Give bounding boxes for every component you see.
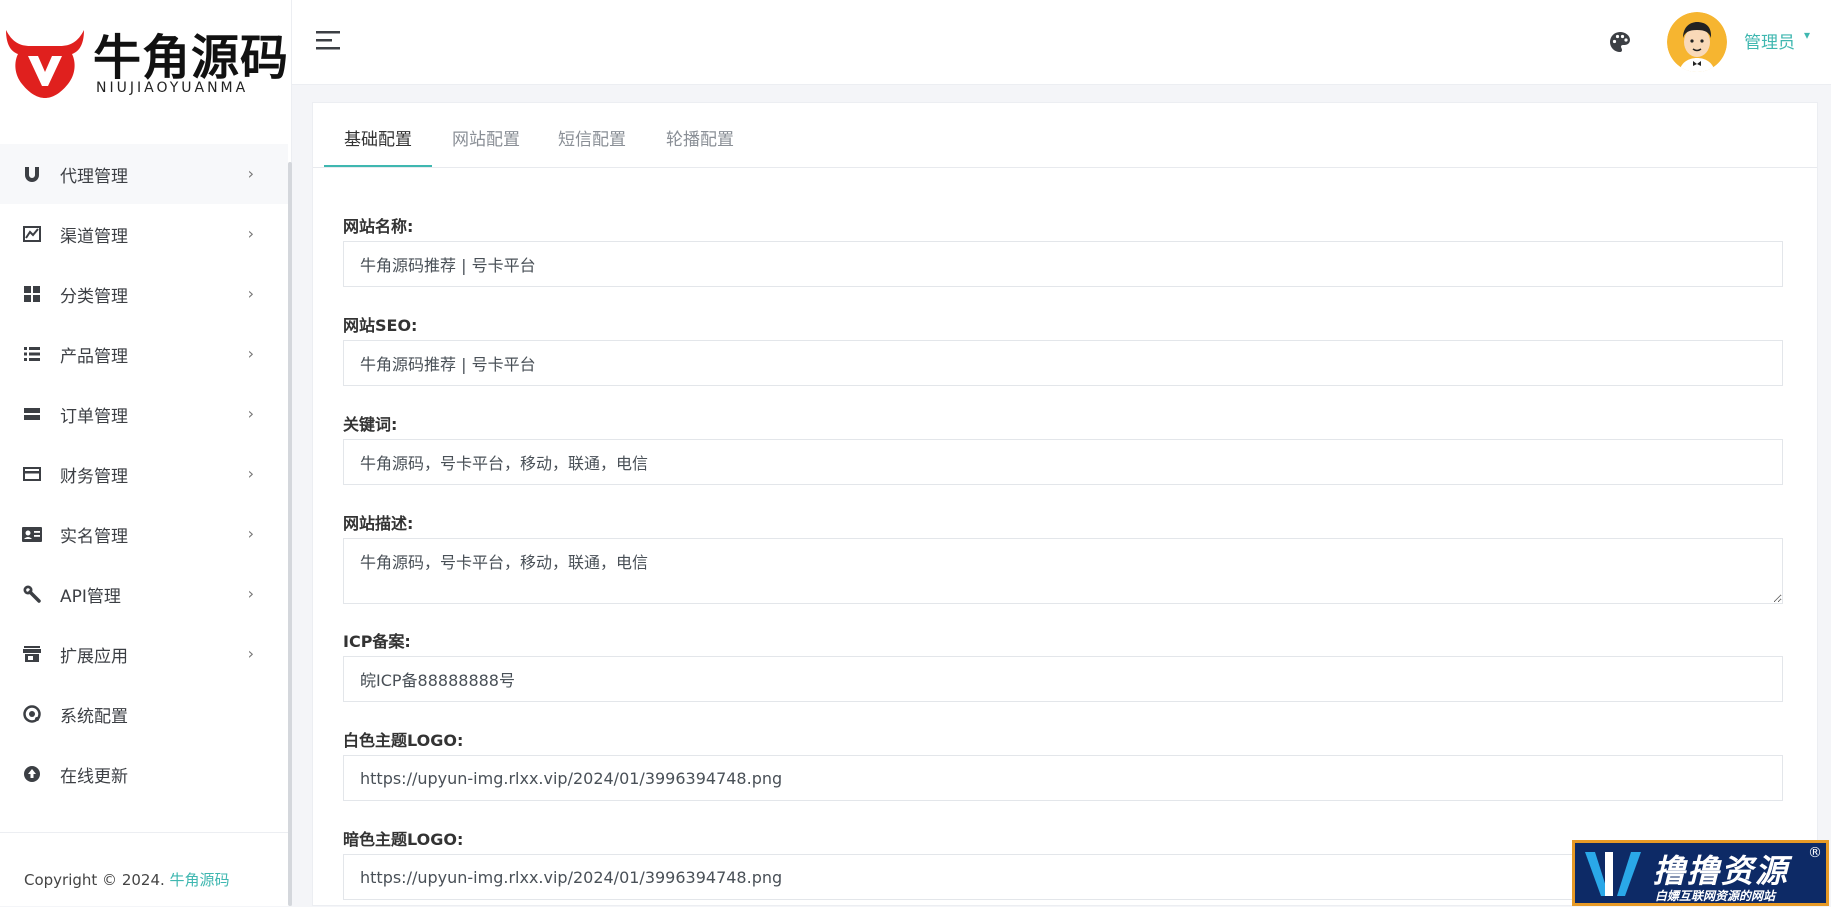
sidebar-item-extension[interactable]: 扩展应用 › <box>0 624 288 684</box>
chevron-right-icon: › <box>247 644 254 663</box>
tab-site-config[interactable]: 网站配置 <box>452 125 520 150</box>
sidebar-item-realname[interactable]: 实名管理 › <box>0 504 288 564</box>
sidebar-item-product[interactable]: 产品管理 › <box>0 324 288 384</box>
site-name-input[interactable] <box>343 241 1783 287</box>
sidebar-footer: Copyright © 2024. 牛角源码 <box>0 832 288 907</box>
chevron-right-icon: › <box>247 404 254 423</box>
config-tabs: 基础配置 网站配置 短信配置 轮播配置 <box>313 103 1817 168</box>
sidebar-item-online-update[interactable]: 在线更新 <box>0 744 288 804</box>
store-icon <box>20 642 44 666</box>
copyright-link[interactable]: 牛角源码 <box>170 871 230 889</box>
sidebar-item-order[interactable]: 订单管理 › <box>0 384 288 444</box>
copyright: Copyright © 2024. 牛角源码 <box>24 869 230 890</box>
palette-icon[interactable] <box>1608 30 1632 54</box>
bull-horn-logo-icon <box>6 30 84 98</box>
settings-icon <box>20 702 44 726</box>
tab-basic-config[interactable]: 基础配置 <box>344 125 412 150</box>
brand-name-cn: 牛角源码 <box>93 30 290 86</box>
chevron-right-icon: › <box>247 584 254 603</box>
upload-icon <box>20 762 44 786</box>
sidebar-item-label: 分类管理 <box>60 286 128 307</box>
light-logo-input[interactable] <box>343 755 1783 801</box>
order-icon <box>20 402 44 426</box>
sidebar-item-label: 系统配置 <box>60 706 128 727</box>
brand-logo[interactable]: 牛角源码 NIUJIAOYUANMA <box>0 0 291 126</box>
top-bar: 管理员 ▾ <box>292 0 1831 85</box>
sidebar-item-label: 代理管理 <box>60 166 128 187</box>
brand-name-en: NIUJIAOYUANMA <box>96 80 249 96</box>
light-logo-label: 白色主题LOGO: <box>343 731 464 750</box>
wrench-icon <box>20 582 44 606</box>
chevron-right-icon: › <box>247 164 254 183</box>
sidebar-item-channel[interactable]: 渠道管理 › <box>0 204 288 264</box>
dark-logo-input[interactable] <box>343 854 1783 900</box>
sidebar-item-api[interactable]: API管理 › <box>0 564 288 624</box>
watermark-badge: 撸撸资源 白嫖互联网资源的网站 ® <box>1572 840 1829 906</box>
chart-icon <box>20 222 44 246</box>
chevron-right-icon: › <box>247 224 254 243</box>
sidebar-item-system-config[interactable]: 系统配置 <box>0 684 288 744</box>
site-seo-input[interactable] <box>343 340 1783 386</box>
credit-card-icon <box>20 462 44 486</box>
grid-icon <box>20 282 44 306</box>
watermark-logo-icon <box>1585 852 1641 896</box>
sidebar-item-label: 实名管理 <box>60 526 128 547</box>
sidebar-item-label: 财务管理 <box>60 466 128 487</box>
id-card-icon <box>20 522 44 546</box>
sidebar-scrollbar[interactable] <box>288 162 292 906</box>
user-menu-name[interactable]: 管理员 <box>1744 28 1795 53</box>
tab-sms-config[interactable]: 短信配置 <box>558 125 626 150</box>
icp-label: ICP备案: <box>343 632 411 651</box>
site-seo-label: 网站SEO: <box>343 316 418 335</box>
watermark-subtitle: 白嫖互联网资源的网站 <box>1655 889 1776 903</box>
site-description-label: 网站描述: <box>343 514 414 533</box>
keywords-label: 关键词: <box>343 415 398 434</box>
chevron-right-icon: › <box>247 284 254 303</box>
icp-input[interactable] <box>343 656 1783 702</box>
sidebar-item-label: 产品管理 <box>60 346 128 367</box>
avatar-image <box>1667 12 1727 72</box>
sidebar-item-agent[interactable]: 代理管理 › <box>0 144 288 204</box>
chevron-right-icon: › <box>247 524 254 543</box>
sidebar: 牛角源码 NIUJIAOYUANMA 代理管理 › 渠道管理 › 分类管理 › <box>0 0 292 906</box>
watermark-title: 撸撸资源 <box>1653 852 1790 890</box>
copyright-text: Copyright © 2024. <box>24 871 170 889</box>
chevron-right-icon: › <box>247 344 254 363</box>
sidebar-item-label: API管理 <box>60 586 121 607</box>
keywords-input[interactable] <box>343 439 1783 485</box>
registered-mark: ® <box>1808 845 1822 861</box>
sidebar-item-label: 订单管理 <box>60 406 128 427</box>
chevron-right-icon: › <box>247 464 254 483</box>
tab-carousel-config[interactable]: 轮播配置 <box>666 125 734 150</box>
sidebar-item-category[interactable]: 分类管理 › <box>0 264 288 324</box>
config-card: 基础配置 网站配置 短信配置 轮播配置 网站名称: 网站SEO: 关键词: 网站… <box>312 102 1818 906</box>
sidebar-item-label: 扩展应用 <box>60 646 128 667</box>
menu-toggle-icon[interactable] <box>316 30 342 50</box>
sidebar-menu: 代理管理 › 渠道管理 › 分类管理 › 产品管理 › 订单管理 › 财务管理 … <box>0 144 288 804</box>
active-tab-indicator <box>324 165 432 167</box>
avatar[interactable] <box>1667 12 1727 72</box>
caret-down-icon[interactable]: ▾ <box>1804 28 1810 42</box>
site-name-label: 网站名称: <box>343 217 414 236</box>
sidebar-item-label: 在线更新 <box>60 766 128 787</box>
site-description-textarea[interactable]: 牛角源码，号卡平台，移动，联通，电信 <box>343 538 1783 604</box>
magnet-icon <box>20 162 44 186</box>
sidebar-item-label: 渠道管理 <box>60 226 128 247</box>
dark-logo-label: 暗色主题LOGO: <box>343 830 464 849</box>
sidebar-item-finance[interactable]: 财务管理 › <box>0 444 288 504</box>
list-icon <box>20 342 44 366</box>
